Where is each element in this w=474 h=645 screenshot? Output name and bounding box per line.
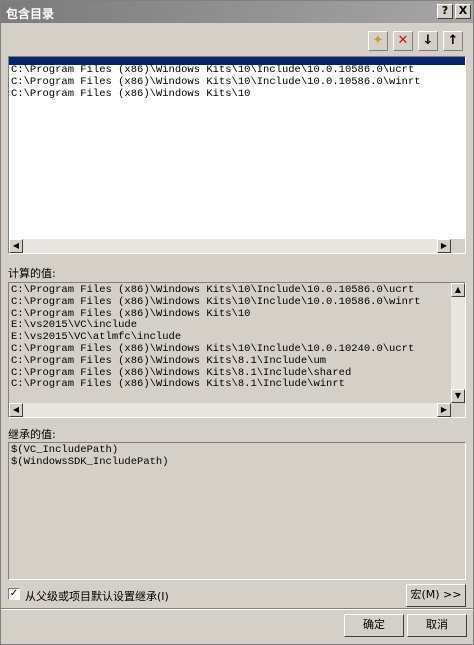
arrow-down-icon: ↓ — [422, 33, 434, 48]
list-item: C:\Program Files (x86)\Windows Kits\10\I… — [11, 295, 421, 308]
evaluated-vertical-scrollbar[interactable]: ▲ ▼ — [451, 283, 465, 403]
include-directories-dialog: 包含目录 ? X ✦ ✕ ↓ ↑ C:\Program Files (x86)\… — [0, 0, 474, 645]
list-item: C:\Program Files (x86)\Windows Kits\8.1\… — [11, 378, 345, 391]
editor-horizontal-scrollbar[interactable]: ◀ ▶ — [9, 239, 451, 253]
inherit-checkbox[interactable]: ✓ — [8, 588, 20, 600]
arrow-up-icon: ↑ — [447, 33, 459, 48]
close-button[interactable]: X — [455, 4, 471, 19]
evaluated-horizontal-scrollbar[interactable]: ◀ ▶ — [9, 403, 451, 417]
macros-button[interactable]: 宏(M) >> — [406, 584, 466, 607]
scroll-corner — [451, 239, 465, 253]
list-item: $(WindowsSDK_IncludePath) — [11, 455, 169, 468]
separator — [1, 608, 473, 610]
inherit-checkbox-label[interactable]: 从父级或项目默认设置继承(I) — [25, 588, 169, 604]
list-item[interactable]: C:\Program Files (x86)\Windows Kits\10\I… — [9, 76, 465, 89]
scroll-right-button[interactable]: ▶ — [437, 403, 451, 417]
scroll-up-button[interactable]: ▲ — [451, 283, 465, 297]
new-folder-icon: ✦ — [372, 33, 384, 48]
scroll-corner — [451, 403, 465, 417]
window-title: 包含目录 — [6, 7, 55, 21]
list-item: C:\Program Files (x86)\Windows Kits\8.1\… — [11, 354, 327, 367]
move-down-button[interactable]: ↓ — [418, 31, 438, 51]
scroll-down-button[interactable]: ▼ — [451, 389, 465, 403]
scroll-left-button[interactable]: ◀ — [9, 403, 23, 417]
inherited-value-label: 继承的值: — [8, 428, 56, 441]
move-up-button[interactable]: ↑ — [443, 31, 463, 51]
checkmark-icon: ✓ — [9, 588, 19, 599]
scroll-left-button[interactable]: ◀ — [9, 239, 23, 253]
evaluated-value-label: 计算的值: — [8, 267, 56, 280]
include-paths-editor[interactable]: C:\Program Files (x86)\Windows Kits\10\I… — [8, 56, 466, 254]
delete-icon: ✕ — [397, 33, 409, 48]
evaluated-values-box: C:\Program Files (x86)\Windows Kits\10\I… — [8, 282, 466, 418]
scroll-right-button[interactable]: ▶ — [437, 239, 451, 253]
inherited-values-box: $(VC_IncludePath) $(WindowsSDK_IncludePa… — [8, 442, 466, 580]
ok-button[interactable]: 确定 — [344, 614, 404, 637]
list-item[interactable]: C:\Program Files (x86)\Windows Kits\10 — [9, 88, 465, 101]
new-line-button[interactable]: ✦ — [368, 31, 388, 51]
list-item: C:\Program Files (x86)\Windows Kits\10\I… — [11, 342, 415, 355]
help-button[interactable]: ? — [437, 4, 453, 19]
cancel-button[interactable]: 取消 — [407, 614, 467, 637]
title-bar: 包含目录 ? X — [1, 1, 473, 23]
delete-button[interactable]: ✕ — [393, 31, 413, 51]
